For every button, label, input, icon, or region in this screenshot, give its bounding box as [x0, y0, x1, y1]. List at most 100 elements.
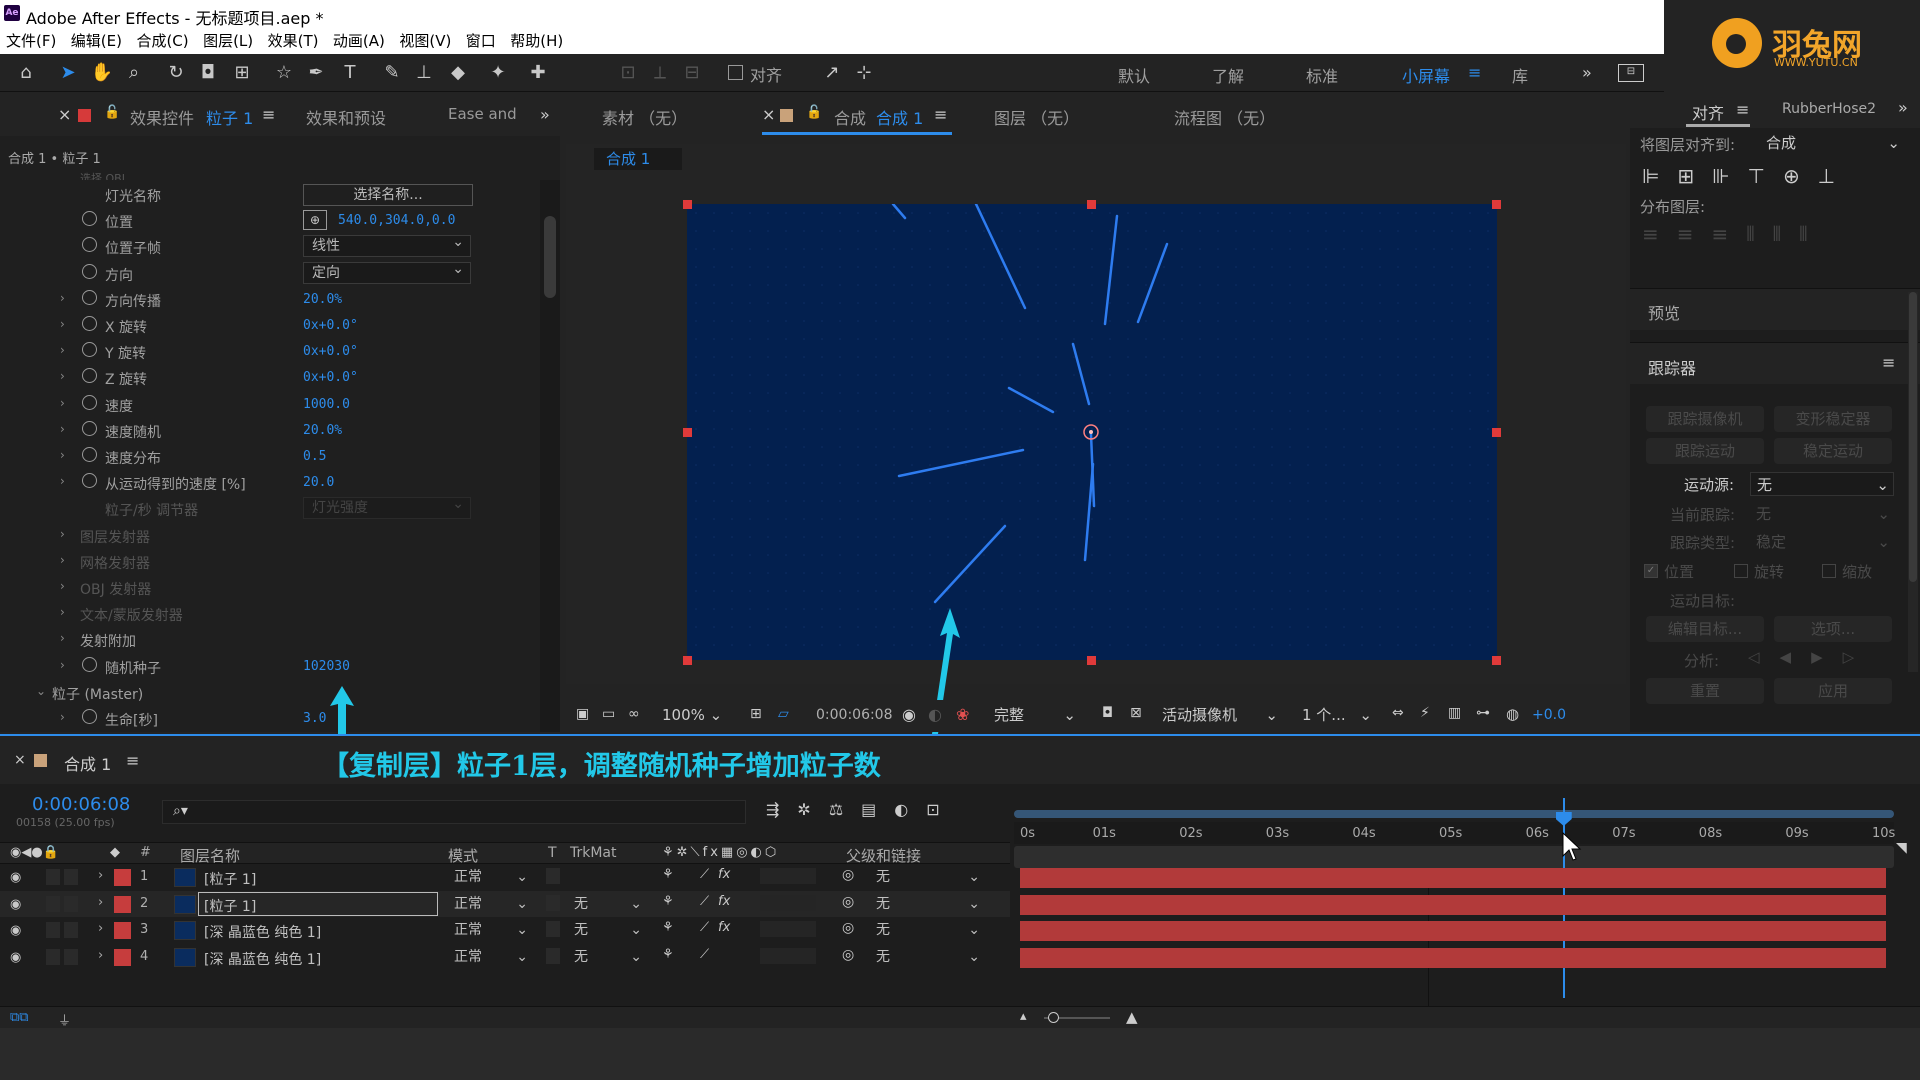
stopwatch-icon[interactable] [82, 394, 97, 410]
workspace-library[interactable]: 库 [1512, 63, 1528, 87]
layer-label-swatch[interactable] [114, 869, 131, 886]
effect-property-row[interactable]: › 速度分布 0.5 [0, 444, 540, 470]
property-value[interactable]: 0x+0.0° [303, 318, 358, 333]
layer-switches[interactable] [760, 894, 816, 911]
zoom-in-icon[interactable]: ▲ [1126, 1008, 1138, 1026]
reset-exposure-icon[interactable]: ◍ [1506, 705, 1519, 723]
exposure-value[interactable]: +0.0 [1532, 707, 1566, 723]
stopwatch-icon[interactable] [82, 316, 97, 331]
close-tab-icon[interactable]: × [58, 105, 71, 124]
pan-behind-tool-icon[interactable]: ⊞ [230, 62, 254, 84]
shy-switch-icon[interactable]: ⚘ [662, 947, 674, 962]
layer-row[interactable]: ◉ › 1 [粒子 1] 正常 ⌄ ⚘ ⟋ fx ◎ 无 ⌄ [0, 864, 1010, 890]
stopwatch-icon[interactable] [82, 368, 97, 384]
property-dropdown[interactable]: 灯光强度 [303, 494, 471, 520]
menu-layer[interactable]: 图层(L) [203, 28, 253, 54]
track-motion-button[interactable]: 跟踪运动 [1646, 438, 1764, 464]
visibility-eye-icon[interactable]: ◉ [10, 897, 21, 912]
parent-dropdown[interactable]: 无 ⌄ [868, 893, 986, 915]
tab-effects-presets[interactable]: 效果和预设 [306, 105, 386, 129]
property-value[interactable]: 20.0 [303, 475, 334, 490]
zoom-slider-knob[interactable] [1048, 1012, 1059, 1023]
snap-checkbox[interactable] [728, 65, 743, 80]
stopwatch-icon[interactable] [82, 263, 97, 279]
motion-source-dropdown[interactable]: 无 ⌄ [1750, 472, 1894, 496]
effect-property-row[interactable]: › 速度 1000.0 [0, 392, 540, 418]
align-to-dropdown[interactable]: 合成 ⌄ [1760, 132, 1904, 154]
menu-composition[interactable]: 合成(C) [136, 28, 188, 54]
timeline-zoom-slider[interactable] [1044, 1012, 1110, 1023]
scrollbar-track[interactable] [540, 180, 560, 732]
timeline-icon[interactable]: ▥ [1448, 705, 1461, 721]
work-area-bar-lower[interactable] [1014, 846, 1894, 868]
layer-name[interactable]: [粒子 1] [204, 869, 256, 889]
preview-panel-header[interactable]: 预览 [1630, 288, 1920, 330]
property-value[interactable]: 540.0,304.0,0.0 [338, 213, 455, 228]
fx-switch-icon[interactable]: fx [718, 894, 730, 909]
transform-handle[interactable] [1492, 656, 1501, 665]
effect-property-row[interactable]: ⌄ 粒子 (Master) [0, 680, 540, 706]
selection-tool-icon[interactable]: ➤ [56, 62, 80, 84]
effect-property-row[interactable]: › X 旋转 0x+0.0° [0, 313, 540, 339]
stopwatch-icon[interactable] [82, 420, 97, 436]
col-trkmat[interactable]: TrkMat [570, 845, 617, 861]
layer-mode-dropdown[interactable]: 正常 ⌄ [446, 866, 534, 888]
timeline-menu-icon[interactable]: ≡ [126, 751, 139, 770]
col-number[interactable]: # [140, 845, 151, 860]
workspace-standard[interactable]: 标准 [1306, 63, 1338, 87]
layer-duration-bar[interactable] [1020, 947, 1886, 968]
solo-switch[interactable] [46, 869, 60, 885]
solo-switch[interactable] [46, 922, 60, 938]
property-value[interactable]: 0.5 [303, 449, 326, 464]
menu-effect[interactable]: 效果(T) [268, 28, 319, 54]
visibility-eye-icon[interactable]: ◉ [10, 950, 21, 965]
3d-glasses-icon[interactable]: ∞ [628, 706, 640, 722]
parent-dropdown[interactable]: 无 ⌄ [868, 919, 986, 941]
stopwatch-icon[interactable] [82, 447, 97, 462]
effect-property-row[interactable]: › 发射附加 [0, 627, 540, 653]
views-dropdown[interactable]: 1 个... ⌄ [1296, 703, 1376, 727]
visibility-eye-icon[interactable]: ◉ [10, 870, 21, 885]
puppet-tool-icon[interactable]: ✚ [526, 62, 550, 84]
expand-chevron-icon[interactable]: › [60, 553, 65, 567]
preserve-transparency-switch[interactable] [546, 921, 560, 937]
stopwatch-icon[interactable] [82, 342, 97, 358]
tab-ease-and[interactable]: Ease and [448, 105, 517, 123]
workspace-learn[interactable]: 了解 [1212, 63, 1244, 87]
timeline-timecode[interactable]: 0:00:06:08 [32, 794, 130, 815]
always-preview-icon[interactable]: ▣ [576, 706, 589, 722]
property-value[interactable]: 20.0% [303, 423, 342, 438]
col-mode[interactable]: 模式 [448, 845, 478, 866]
expand-chevron-icon[interactable]: › [60, 422, 65, 436]
trkmat-dropdown[interactable]: 无 ⌄ [566, 919, 648, 941]
close-comp-tab-icon[interactable]: × [762, 105, 775, 124]
menu-view[interactable]: 视图(V) [399, 28, 451, 54]
effect-property-row[interactable]: › Y 旋转 0x+0.0° [0, 339, 540, 365]
effect-property-row[interactable]: › 文本/蒙版发射器 [0, 601, 540, 627]
comp-canvas[interactable] [687, 204, 1497, 660]
parent-dropdown[interactable]: 无 ⌄ [868, 866, 986, 888]
workspace-menu-icon[interactable]: ≡ [1468, 63, 1481, 82]
menu-animation[interactable]: 动画(A) [333, 28, 385, 54]
apply-button[interactable]: 应用 [1774, 678, 1892, 704]
shy-switch-icon[interactable]: ⚘ [662, 894, 674, 909]
align-menu-icon[interactable]: ≡ [1736, 100, 1749, 119]
menu-help[interactable]: 帮助(H) [510, 28, 563, 54]
brush-tool-icon[interactable]: ✎ [380, 62, 404, 84]
layer-mode-dropdown[interactable]: 正常 ⌄ [446, 893, 534, 915]
pick-whip-icon[interactable]: ◎ [842, 920, 854, 936]
transform-handle[interactable] [1492, 200, 1501, 209]
timeline-switches-icon[interactable]: ⇶✲⚖▤◐⊡ [766, 800, 958, 819]
expand-layer-icon[interactable]: › [98, 948, 103, 963]
camera-tool-icon[interactable]: ◘ [196, 62, 220, 84]
property-dropdown[interactable]: 线性 [303, 232, 471, 258]
preserve-transparency-switch[interactable] [546, 947, 560, 964]
right-more-tabs-icon[interactable]: » [1898, 98, 1908, 117]
workspace-default[interactable]: 默认 [1118, 63, 1150, 87]
layer-name[interactable]: [粒子 1] [204, 896, 256, 916]
options-button[interactable]: 选项... [1774, 616, 1892, 642]
menu-window[interactable]: 窗口 [466, 28, 496, 54]
lock-switch[interactable] [64, 922, 78, 938]
quality-dropdown[interactable]: 完整 ⌄ [988, 703, 1080, 727]
collapse-chevron-icon[interactable]: ⌄ [36, 684, 46, 698]
